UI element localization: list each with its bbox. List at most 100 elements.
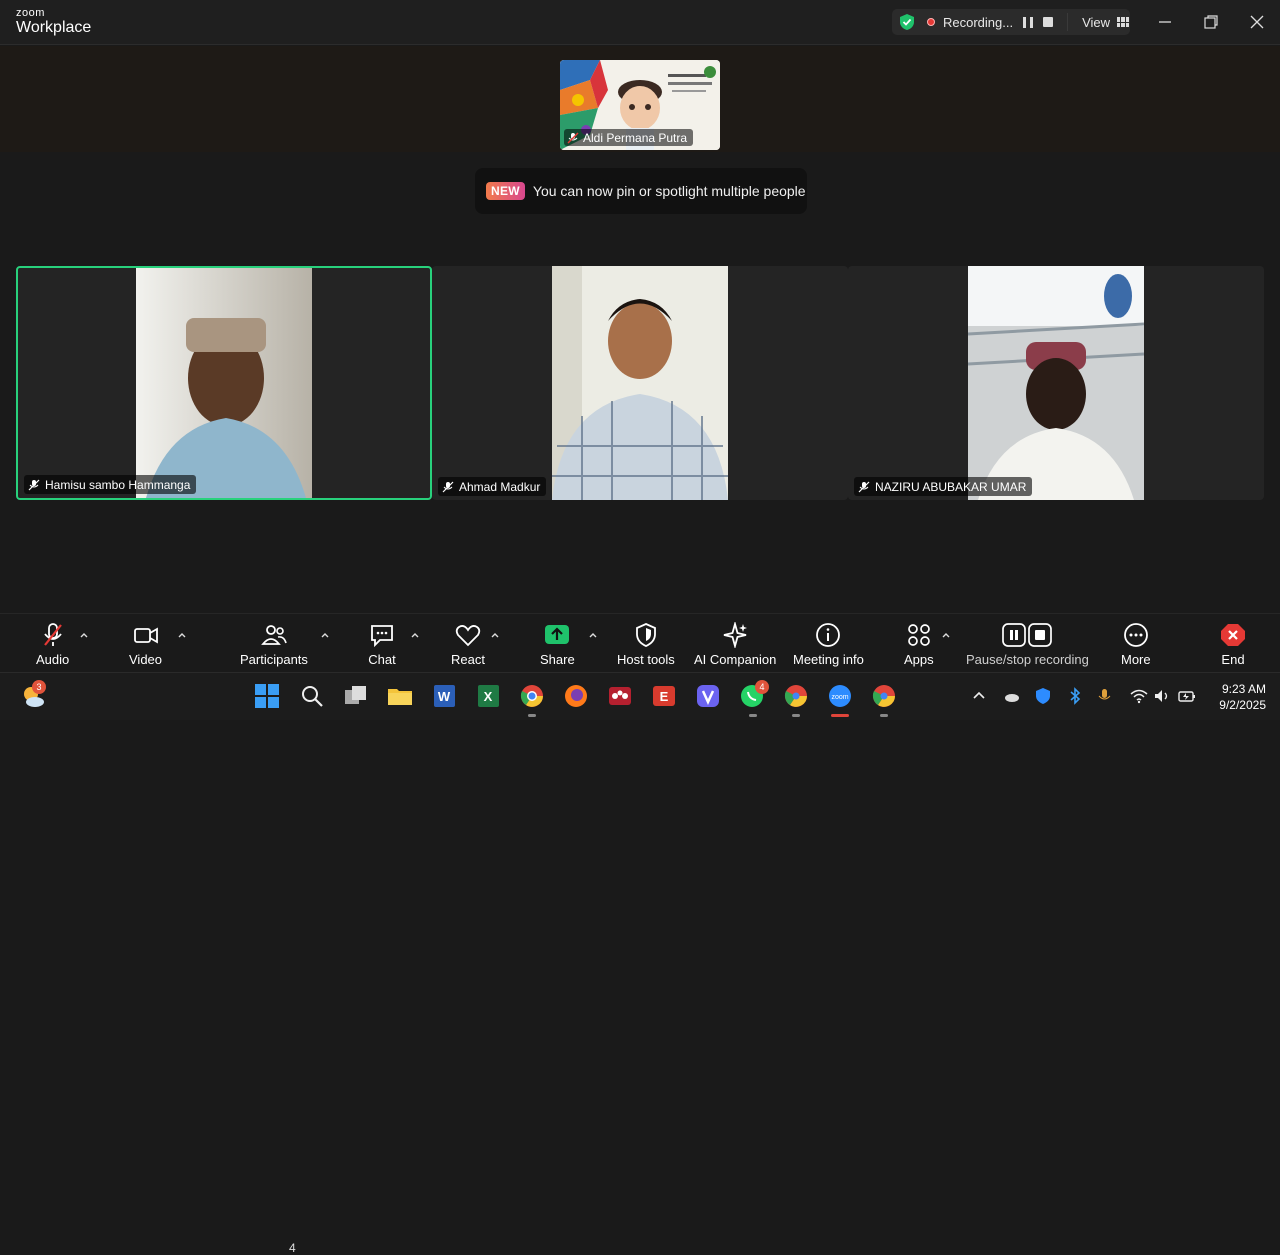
audio-label: Audio bbox=[36, 652, 70, 667]
recording-pill: Recording... View bbox=[892, 9, 1130, 35]
volume-icon[interactable] bbox=[1153, 687, 1171, 705]
react-button[interactable]: React bbox=[451, 622, 485, 667]
thumbnail-name: Aldi Permana Putra bbox=[583, 130, 688, 145]
excel-icon[interactable]: X bbox=[475, 683, 501, 709]
os-taskbar: 3 W X E 4 zoom 9:23 AM 9/2/2025 bbox=[0, 672, 1280, 720]
battery-icon[interactable] bbox=[1178, 687, 1196, 705]
wifi-icon[interactable] bbox=[1130, 687, 1148, 705]
muted-mic-icon bbox=[567, 131, 579, 144]
stop-recording-icon[interactable] bbox=[1043, 17, 1054, 27]
search-icon[interactable] bbox=[299, 683, 325, 709]
close-window-icon[interactable] bbox=[1247, 12, 1267, 32]
shield-icon[interactable] bbox=[898, 13, 916, 31]
system-clock[interactable]: 9:23 AM 9/2/2025 bbox=[1219, 681, 1266, 713]
host-tools-label: Host tools bbox=[617, 652, 675, 667]
minimize-icon[interactable] bbox=[1155, 12, 1175, 32]
more-button[interactable]: More bbox=[1121, 622, 1151, 667]
share-screen-icon bbox=[545, 625, 570, 644]
chevron-up-icon[interactable] bbox=[79, 630, 89, 640]
end-button[interactable]: End bbox=[1219, 622, 1247, 667]
more-label: More bbox=[1121, 652, 1151, 667]
mic-in-use-icon[interactable] bbox=[1096, 687, 1114, 705]
share-label: Share bbox=[540, 652, 575, 667]
logo-brand-top: zoom bbox=[16, 7, 45, 19]
pause-recording-icon[interactable] bbox=[1023, 16, 1034, 28]
chat-bubble-icon bbox=[371, 625, 393, 648]
zoom-app-icon[interactable]: zoom bbox=[827, 683, 853, 709]
pause-stop-recording-button[interactable]: Pause/stop recording bbox=[966, 622, 1089, 667]
video-button[interactable]: Video bbox=[129, 622, 162, 667]
participants-label: Participants bbox=[240, 652, 308, 667]
clock-time: 9:23 AM bbox=[1221, 682, 1266, 696]
svg-text:W: W bbox=[438, 689, 451, 704]
defender-icon[interactable] bbox=[1034, 687, 1052, 705]
svg-text:X: X bbox=[484, 689, 493, 704]
chat-button[interactable]: Chat bbox=[368, 622, 396, 667]
more-options-icon bbox=[1123, 623, 1148, 647]
chevron-up-icon[interactable] bbox=[941, 630, 951, 640]
ai-companion-button[interactable]: AI Companion bbox=[694, 622, 776, 667]
restore-icon[interactable] bbox=[1201, 12, 1221, 32]
end-label: End bbox=[1221, 652, 1245, 667]
chevron-up-icon[interactable] bbox=[588, 630, 598, 640]
meeting-toolbar: Audio Video Participants 4 Chat React Sh… bbox=[0, 613, 1280, 1255]
participants-count: 4 bbox=[289, 1241, 296, 1255]
participant-name: Ahmad Madkur bbox=[459, 479, 541, 494]
video-tile[interactable]: Ahmad Madkur bbox=[432, 266, 848, 500]
participant-video bbox=[968, 266, 1144, 500]
running-indicator bbox=[749, 714, 757, 717]
meeting-info-button[interactable]: Meeting info bbox=[793, 622, 864, 667]
recording-status: Recording... bbox=[943, 14, 1014, 30]
onedrive-icon[interactable] bbox=[1002, 687, 1020, 705]
svg-text:E: E bbox=[660, 689, 669, 704]
word-icon[interactable]: W bbox=[431, 683, 457, 709]
chrome-icon[interactable] bbox=[519, 683, 545, 709]
task-view-icon[interactable] bbox=[343, 683, 369, 709]
video-tile[interactable]: NAZIRU ABUBAKAR UMAR bbox=[848, 266, 1264, 500]
host-tools-button[interactable]: Host tools bbox=[617, 622, 675, 667]
ai-companion-label: AI Companion bbox=[694, 652, 777, 667]
chevron-up-icon[interactable] bbox=[490, 630, 500, 640]
mendeley-icon[interactable] bbox=[607, 683, 633, 709]
participant-video bbox=[552, 266, 728, 500]
participants-icon bbox=[261, 625, 287, 645]
heart-icon bbox=[455, 625, 481, 647]
firefox-icon[interactable] bbox=[563, 683, 589, 709]
participant-name: NAZIRU ABUBAKAR UMAR bbox=[875, 479, 1027, 494]
bluetooth-icon[interactable] bbox=[1066, 687, 1084, 705]
windows-start-icon[interactable] bbox=[254, 683, 280, 709]
video-tile-active[interactable]: Hamisu sambo Hammanga bbox=[16, 266, 432, 500]
view-button[interactable]: View bbox=[1082, 15, 1130, 30]
participant-video bbox=[136, 268, 312, 498]
participant-thumbnail[interactable]: Aldi Permana Putra bbox=[560, 60, 720, 150]
chevron-up-icon[interactable] bbox=[320, 630, 330, 640]
react-label: React bbox=[451, 652, 485, 667]
apps-button[interactable]: Apps bbox=[904, 622, 934, 667]
participant-name-bar: Hamisu sambo Hammanga bbox=[24, 475, 197, 494]
chrome-profile-icon[interactable] bbox=[783, 683, 809, 709]
audio-button[interactable]: Audio bbox=[36, 622, 69, 667]
muted-microphone-icon bbox=[43, 623, 62, 646]
pause-stop-icon bbox=[1002, 623, 1053, 647]
file-explorer-icon[interactable] bbox=[387, 683, 413, 709]
app-e-icon[interactable]: E bbox=[651, 683, 677, 709]
video-camera-icon bbox=[133, 627, 158, 644]
participants-button[interactable]: Participants bbox=[240, 622, 308, 667]
chevron-up-icon[interactable] bbox=[177, 630, 187, 640]
muted-mic-icon bbox=[442, 481, 454, 492]
apps-label: Apps bbox=[904, 652, 934, 667]
video-label: Video bbox=[129, 652, 163, 667]
muted-mic-icon bbox=[858, 481, 870, 492]
vivaldi-icon[interactable] bbox=[695, 683, 721, 709]
show-hidden-icons-icon[interactable] bbox=[970, 687, 988, 705]
active-app-indicator bbox=[831, 714, 849, 717]
meeting-info-label: Meeting info bbox=[793, 652, 864, 667]
muted-mic-icon bbox=[28, 479, 40, 490]
running-indicator bbox=[792, 714, 800, 717]
svg-text:zoom: zoom bbox=[831, 694, 848, 701]
whatsapp-badge: 4 bbox=[755, 680, 769, 694]
chevron-up-icon[interactable] bbox=[410, 630, 420, 640]
chrome-alt-icon[interactable] bbox=[871, 683, 897, 709]
share-button[interactable]: Share bbox=[540, 622, 575, 667]
zoom-logo: zoom Workplace bbox=[16, 8, 91, 36]
